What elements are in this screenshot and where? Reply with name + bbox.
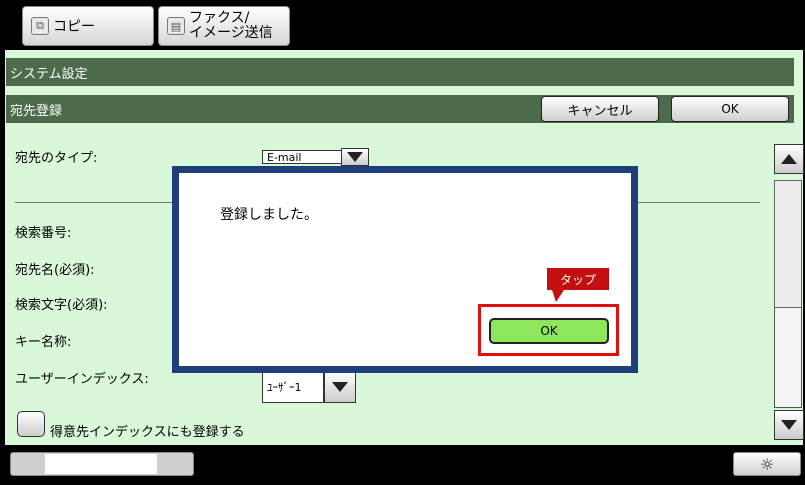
- dest-type-label: 宛先のタイプ:: [15, 151, 98, 166]
- system-settings-bar: システム設定: [6, 58, 794, 86]
- tab-copy[interactable]: ⧉ コピー: [22, 6, 154, 46]
- system-settings-title: システム設定: [10, 66, 88, 82]
- tab-copy-label: コピー: [53, 19, 95, 35]
- tap-callout: タップ: [547, 268, 609, 290]
- dest-type-value: E-mail: [267, 151, 302, 164]
- scroll-down-button[interactable]: [774, 410, 804, 440]
- chevron-down-icon: [347, 152, 363, 162]
- user-index-value: ﾕｰｻﾞｰ1: [267, 381, 302, 394]
- brightness-button[interactable]: ☼: [733, 452, 801, 476]
- frequent-index-label: 得意先インデックスにも登録する: [50, 425, 245, 440]
- search-number-label: 検索番号:: [15, 226, 72, 241]
- ok-button[interactable]: OK: [671, 96, 789, 122]
- search-text-label: 検索文字(必須):: [15, 298, 108, 313]
- copy-icon: ⧉: [31, 17, 49, 35]
- fax-icon: ▤: [167, 17, 185, 35]
- job-progress-fill: [45, 454, 157, 474]
- tab-fax-image-send[interactable]: ▤ ファクス/ イメージ送信: [158, 6, 290, 46]
- tab-fax-label: ファクス/ イメージ送信: [189, 11, 273, 41]
- dest-name-label: 宛先名(必須):: [15, 263, 95, 278]
- tab-fax-label-line1: ファクス/: [189, 10, 250, 26]
- cancel-button[interactable]: キャンセル: [541, 96, 659, 122]
- key-name-label: キー名称:: [15, 335, 72, 350]
- dest-type-select[interactable]: E-mail: [262, 150, 342, 164]
- chevron-up-icon: [781, 154, 797, 164]
- scroll-up-button[interactable]: [774, 144, 804, 174]
- page-title: 宛先登録: [10, 103, 63, 119]
- tab-fax-label-line2: イメージ送信: [189, 25, 273, 41]
- frequent-index-checkbox[interactable]: [17, 411, 45, 437]
- dest-type-dropdown-button[interactable]: [341, 148, 369, 166]
- scrollbar-thumb[interactable]: [774, 180, 802, 308]
- user-index-dropdown-button[interactable]: [324, 371, 356, 403]
- tap-callout-pointer: [552, 290, 564, 302]
- dialog-message: 登録しました。: [220, 207, 318, 223]
- user-index-label: ユーザーインデックス:: [15, 372, 149, 387]
- dialog-ok-button[interactable]: OK: [489, 318, 609, 344]
- chevron-down-icon: [332, 382, 348, 392]
- user-index-select[interactable]: ﾕｰｻﾞｰ1: [262, 371, 324, 403]
- chevron-down-icon: [781, 420, 797, 430]
- sun-icon: ☼: [759, 454, 775, 474]
